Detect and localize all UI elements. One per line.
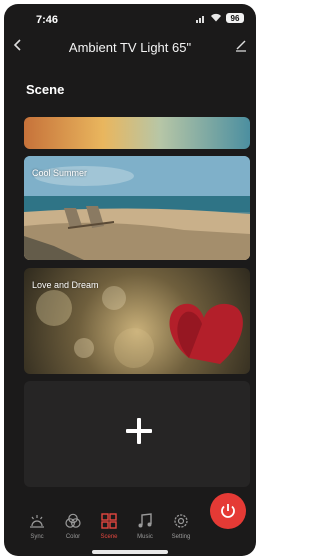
page-title: Ambient TV Light 65" [68, 40, 192, 55]
color-icon [65, 513, 81, 528]
add-scene-button[interactable] [24, 381, 250, 487]
battery-icon: 96 [226, 13, 244, 23]
edit-button[interactable] [234, 38, 252, 56]
nav-music[interactable]: Music [128, 512, 162, 540]
home-indicator[interactable] [92, 550, 168, 554]
scene-card-cool-summer[interactable]: Cool Summer [24, 156, 250, 260]
app-screen: 7:46 96 Ambient TV Light 65" Scene Cool … [4, 4, 256, 556]
chevron-left-icon [13, 39, 21, 51]
wifi-icon [210, 13, 222, 25]
nav-setting[interactable]: Setting [164, 512, 198, 540]
status-time: 7:46 [36, 14, 59, 26]
back-button[interactable] [12, 37, 32, 57]
nav-color[interactable]: Color [56, 512, 90, 540]
scene-label: Love and Dream [32, 280, 99, 290]
scene-icon [101, 513, 117, 529]
status-bar: 7:46 96 [4, 4, 256, 32]
music-icon [138, 513, 152, 528]
edit-icon [236, 40, 246, 52]
power-button[interactable] [210, 493, 246, 529]
power-icon [221, 504, 235, 518]
sync-icon [30, 515, 44, 528]
nav-sync[interactable]: Sync [20, 512, 54, 540]
nav-scene[interactable]: Scene [92, 512, 126, 540]
scene-label: Cool Summer [32, 168, 88, 178]
signal-icon [196, 16, 204, 23]
section-title: Scene [26, 82, 65, 97]
plus-icon [126, 418, 152, 444]
header: Ambient TV Light 65" [4, 34, 256, 62]
scene-card-partial[interactable] [24, 117, 250, 149]
setting-icon [174, 514, 188, 528]
scene-card-love-and-dream[interactable]: Love and Dream [24, 268, 250, 374]
